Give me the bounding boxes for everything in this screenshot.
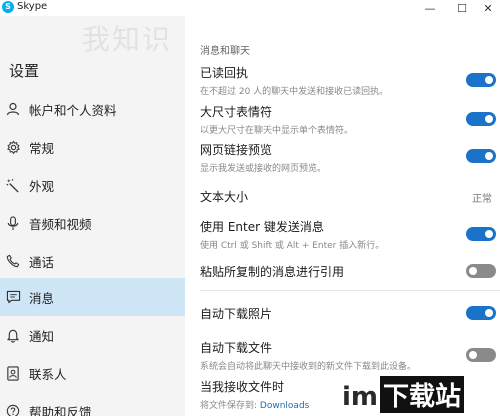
setting-label: 使用 Enter 键发送消息: [200, 220, 324, 234]
auto-download-files-toggle[interactable]: [466, 348, 496, 362]
sidebar-item-label: 通知: [29, 328, 55, 344]
enter-to-send-toggle[interactable]: [466, 227, 496, 241]
sidebar-item-account[interactable]: 帐户和个人资料: [0, 90, 185, 128]
sidebar-item-label: 常规: [29, 140, 55, 156]
microphone-icon: [5, 215, 21, 231]
sidebar-item-general[interactable]: 常规: [0, 128, 185, 166]
setting-link-previews: 网页链接预览 显示我发送或接收的网页预览。: [200, 141, 500, 174]
setting-label: 自动下载文件: [200, 341, 273, 355]
toggle-knob: [485, 115, 493, 123]
setting-description: 在不超过 20 人的聊天中发送和接收已读回执。: [200, 87, 389, 97]
setting-label: 自动下载照片: [200, 307, 273, 321]
settings-sidebar: 我知识 设置 帐户和个人资料 常规 外观 音频和视频 通话 消息 通知 联系人 …: [0, 16, 185, 416]
divider: [200, 290, 500, 291]
paste-quote-toggle[interactable]: [466, 264, 496, 278]
sidebar-item-messaging[interactable]: 消息: [0, 278, 185, 316]
site-watermark-part2: 下载站: [380, 376, 465, 413]
setting-auto-download-photos: 自动下载照片: [200, 305, 500, 322]
setting-paste-quote: 粘贴所复制的消息进行引用: [200, 263, 500, 280]
sidebar-item-label: 音频和视频: [29, 216, 92, 232]
toggle-knob: [469, 267, 477, 275]
setting-large-emoticons: 大尺寸表情符 以更大尺寸在聊天中显示单个表情符。: [200, 103, 500, 136]
save-location-prefix: 将文件保存到:: [200, 401, 258, 411]
message-icon: [5, 289, 21, 305]
setting-label: 已读回执: [200, 66, 249, 80]
sidebar-item-help[interactable]: 帮助和反馈: [0, 392, 185, 416]
sidebar-item-label: 外观: [29, 178, 55, 194]
link-previews-toggle[interactable]: [466, 149, 496, 163]
site-watermark-part1: im: [342, 382, 379, 412]
contacts-icon: [5, 365, 21, 381]
title-bar: S Skype — ☐ ✕: [0, 0, 500, 16]
window-title: Skype: [17, 1, 48, 12]
text-size-select[interactable]: 正常: [472, 190, 492, 205]
setting-description: 以更大尺寸在聊天中显示单个表情符。: [200, 126, 354, 136]
close-button[interactable]: ✕: [472, 0, 500, 16]
toggle-knob: [485, 76, 493, 84]
phone-icon: [5, 253, 21, 269]
person-icon: [5, 101, 21, 117]
setting-description: 系统会自动将此聊天中接收到的新文件下载到此设备。: [200, 362, 417, 372]
setting-label: 文本大小: [200, 190, 249, 204]
toggle-knob: [469, 351, 477, 359]
sidebar-item-notifications[interactable]: 通知: [0, 316, 185, 354]
setting-label: 网页链接预览: [200, 143, 273, 157]
gear-icon: [5, 139, 21, 155]
section-title: 消息和聊天: [200, 46, 250, 57]
setting-label: 大尺寸表情符: [200, 105, 273, 119]
toggle-knob: [485, 309, 493, 317]
bell-icon: [5, 327, 21, 343]
setting-auto-download-files: 自动下载文件 系统会自动将此聊天中接收到的新文件下载到此设备。: [200, 339, 500, 372]
sidebar-item-audio-video[interactable]: 音频和视频: [0, 204, 185, 242]
minimize-button[interactable]: —: [414, 0, 446, 16]
skype-logo-icon: S: [2, 1, 14, 13]
setting-label: 粘贴所复制的消息进行引用: [200, 265, 345, 279]
magic-wand-icon: [5, 177, 21, 193]
messaging-settings-panel: 消息和聊天 已读回执 在不超过 20 人的聊天中发送和接收已读回执。 大尺寸表情…: [185, 16, 500, 416]
sidebar-item-label: 帐户和个人资料: [29, 102, 117, 118]
toggle-knob: [485, 230, 493, 238]
setting-description: 显示我发送或接收的网页预览。: [200, 164, 327, 174]
sidebar-item-label: 联系人: [29, 366, 67, 382]
sidebar-item-contacts[interactable]: 联系人: [0, 354, 185, 392]
auto-download-photos-toggle[interactable]: [466, 306, 496, 320]
large-emoticons-toggle[interactable]: [466, 112, 496, 126]
sidebar-item-appearance[interactable]: 外观: [0, 166, 185, 204]
setting-read-receipts: 已读回执 在不超过 20 人的聊天中发送和接收已读回执。: [200, 64, 500, 97]
toggle-knob: [485, 152, 493, 160]
setting-enter-to-send: 使用 Enter 键发送消息 使用 Ctrl 或 Shift 或 Alt + E…: [200, 218, 500, 251]
read-receipts-toggle[interactable]: [466, 73, 496, 87]
sidebar-item-label: 通话: [29, 254, 55, 270]
settings-title: 设置: [9, 62, 40, 80]
downloads-folder-link[interactable]: Downloads: [260, 401, 309, 411]
site-watermark: im 下载站: [342, 376, 465, 413]
setting-description: 使用 Ctrl 或 Shift 或 Alt + Enter 插入新行。: [200, 241, 385, 251]
setting-text-size: 文本大小 正常: [200, 188, 500, 205]
sidebar-item-label: 帮助和反馈: [29, 404, 92, 416]
watermark-text: 我知识: [82, 23, 173, 56]
sidebar-item-calls[interactable]: 通话: [0, 242, 185, 280]
sidebar-item-label: 消息: [29, 290, 55, 306]
help-icon: [5, 403, 21, 416]
